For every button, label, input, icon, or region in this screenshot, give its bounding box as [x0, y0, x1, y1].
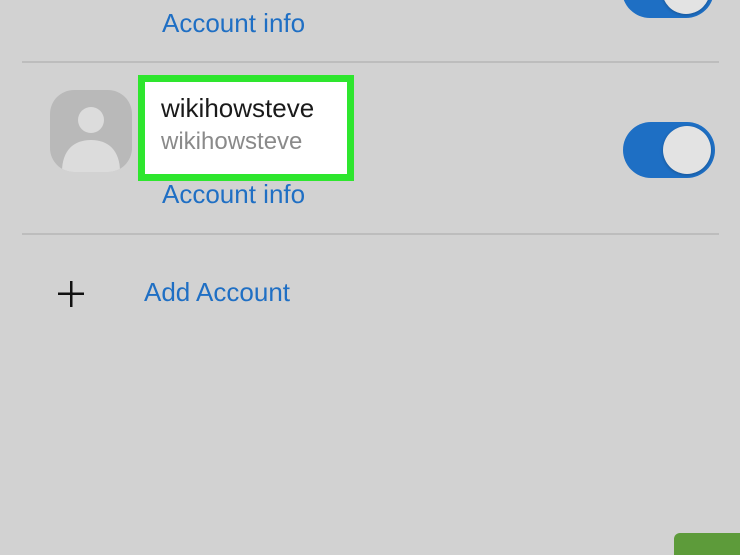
avatar-placeholder-icon: [50, 90, 132, 172]
plus-icon[interactable]: [56, 279, 86, 309]
add-account-link[interactable]: Add Account: [144, 277, 290, 308]
wikihow-logo: [674, 533, 740, 555]
highlight-box: wikihowsteve wikihowsteve: [138, 75, 354, 181]
account-identity: wikihowsteve wikihowsteve: [145, 82, 347, 174]
avatar-previous: [52, 0, 132, 4]
account-toggle[interactable]: [623, 122, 715, 178]
account-handle: wikihowsteve: [161, 128, 303, 155]
account-toggle[interactable]: [622, 0, 714, 18]
toggle-knob: [662, 0, 710, 14]
divider: [22, 61, 719, 63]
account-name: wikihowsteve: [161, 93, 315, 123]
divider: [22, 233, 719, 235]
account-info-link[interactable]: Account info: [162, 179, 305, 210]
toggle-knob: [663, 126, 711, 174]
account-info-link[interactable]: Account info: [162, 8, 305, 39]
